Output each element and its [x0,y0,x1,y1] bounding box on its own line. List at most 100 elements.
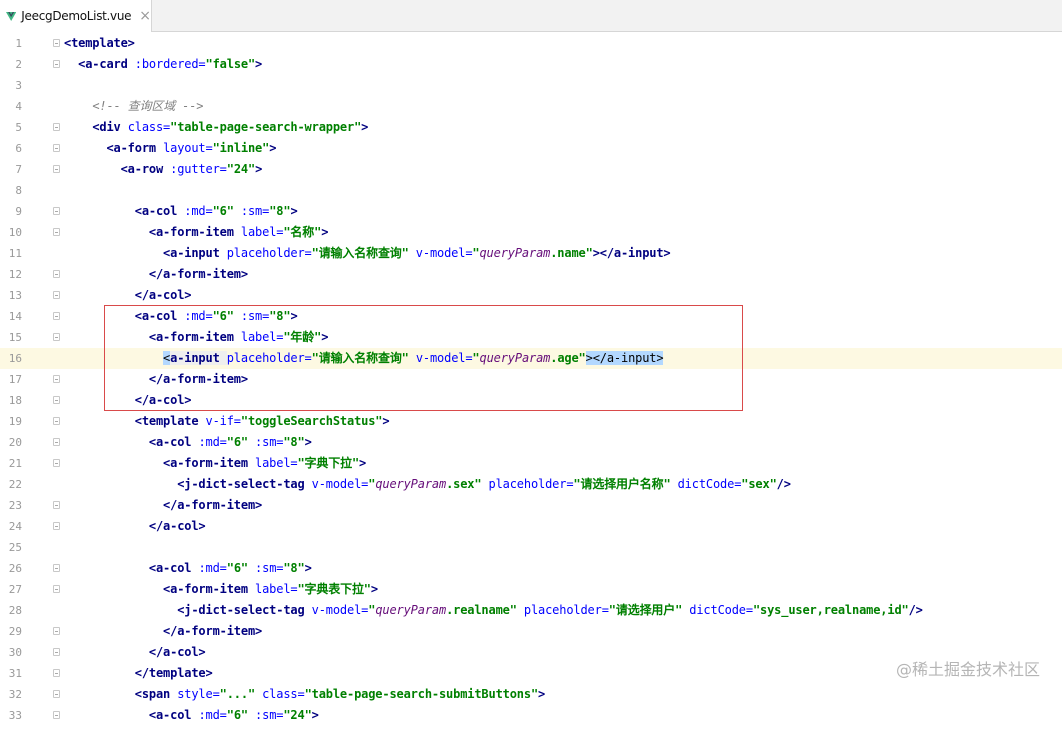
line-number: 14 [8,310,22,323]
code-text: <a-col :md="6" :sm="24"> [148,708,319,722]
code-line[interactable]: 24 </a-col> [0,516,1062,537]
tab-jeecg-demo-list[interactable]: JeecgDemoList.vue × [0,0,152,32]
code-text: <span style="..." class="table-page-sear… [134,687,546,701]
fold-marker-icon[interactable] [53,669,60,677]
fold-marker-icon[interactable] [53,522,60,530]
fold-marker-icon[interactable] [53,165,60,173]
fold-marker-icon[interactable] [53,501,60,509]
line-number: 12 [8,268,22,281]
code-line[interactable]: 32 <span style="..." class="table-page-s… [0,684,1062,705]
code-text: <template> [64,36,135,50]
close-icon[interactable]: × [139,8,151,24]
code-line[interactable]: 23 </a-form-item> [0,495,1062,516]
fold-marker-icon[interactable] [53,585,60,593]
line-number: 4 [15,100,22,113]
code-text: <j-dict-select-tag v-model="queryParam.r… [177,603,923,617]
fold-marker-icon[interactable] [53,228,60,236]
code-line[interactable]: 13 </a-col> [0,285,1062,306]
code-text: <template v-if="toggleSearchStatus"> [134,414,390,428]
line-number: 13 [8,289,22,302]
tab-filename: JeecgDemoList.vue [21,9,132,23]
fold-marker-icon[interactable] [53,291,60,299]
code-line[interactable]: 6 <a-form layout="inline"> [0,138,1062,159]
code-text: </a-col> [134,288,192,302]
watermark: @稀土掘金技术社区 [895,660,1040,679]
code-text: </a-col> [148,645,206,659]
code-line[interactable]: 21 <a-form-item label="字典下拉"> [0,453,1062,474]
code-line[interactable]: 2 <a-card :bordered="false"> [0,54,1062,75]
line-number: 24 [8,520,22,533]
fold-marker-icon[interactable] [53,396,60,404]
code-line[interactable]: 9 <a-col :md="6" :sm="8"> [0,201,1062,222]
code-line[interactable]: 28 <j-dict-select-tag v-model="queryPara… [0,600,1062,621]
line-number: 11 [8,247,22,260]
line-number: 25 [8,541,22,554]
line-number: 33 [8,709,22,722]
code-line[interactable]: 5 <div class="table-page-search-wrapper"… [0,117,1062,138]
code-line[interactable]: 10 <a-form-item label="名称"> [0,222,1062,243]
fold-marker-icon[interactable] [53,375,60,383]
fold-marker-icon[interactable] [53,690,60,698]
line-number: 20 [8,436,22,449]
fold-marker-icon[interactable] [53,438,60,446]
code-line[interactable]: 4 <!-- 查询区域 --> [0,96,1062,117]
code-editor[interactable]: 1 <template> 2 <a-card :bordered="false"> 3… [0,33,1062,734]
code-text: <a-col :md="6" :sm="8"> [134,204,298,218]
fold-marker-icon[interactable] [53,564,60,572]
line-number: 30 [8,646,22,659]
code-text: </a-form-item> [148,267,248,281]
line-number: 10 [8,226,22,239]
code-line[interactable]: 27 <a-form-item label="字典表下拉"> [0,579,1062,600]
fold-marker-icon[interactable] [53,333,60,341]
code-text: <a-form layout="inline"> [106,141,277,155]
fold-marker-icon[interactable] [53,627,60,635]
fold-marker-icon[interactable] [53,312,60,320]
code-line[interactable]: 20 <a-col :md="6" :sm="8"> [0,432,1062,453]
fold-marker-icon[interactable] [53,39,60,47]
line-number: 7 [15,163,22,176]
code-line[interactable]: 25 [0,537,1062,558]
code-line[interactable]: 22 <j-dict-select-tag v-model="queryPara… [0,474,1062,495]
line-number: 27 [8,583,22,596]
code-line[interactable]: 33 <a-col :md="6" :sm="24"> [0,705,1062,726]
line-number: 21 [8,457,22,470]
fold-marker-icon[interactable] [53,648,60,656]
line-number: 15 [8,331,22,344]
fold-marker-icon[interactable] [53,417,60,425]
line-number: 22 [8,478,22,491]
vue-file-icon [6,11,17,21]
code-line[interactable]: 11 <a-input placeholder="请输入名称查询" v-mode… [0,243,1062,264]
code-line[interactable]: 8 [0,180,1062,201]
line-number: 6 [15,142,22,155]
line-number: 29 [8,625,22,638]
code-text: <a-card :bordered="false"> [78,57,263,71]
fold-marker-icon[interactable] [53,144,60,152]
line-number: 3 [15,79,22,92]
code-line[interactable]: 29 </a-form-item> [0,621,1062,642]
code-text: <a-form-item label="名称"> [148,225,329,239]
editor-tab-bar: JeecgDemoList.vue × [0,0,1062,32]
line-number: 1 [15,37,22,50]
fold-marker-icon[interactable] [53,60,60,68]
line-number: 19 [8,415,22,428]
line-number: 23 [8,499,22,512]
fold-marker-icon[interactable] [53,207,60,215]
fold-marker-icon[interactable] [53,459,60,467]
fold-marker-icon[interactable] [53,711,60,719]
line-number: 16 [8,352,22,365]
code-line[interactable]: 12 </a-form-item> [0,264,1062,285]
code-line[interactable]: 1 <template> [0,33,1062,54]
line-number: 18 [8,394,22,407]
line-number: 26 [8,562,22,575]
code-text: <!-- 查询区域 --> [92,99,204,113]
code-text: <a-row :gutter="24"> [120,162,263,176]
code-line[interactable]: 19 <template v-if="toggleSearchStatus"> [0,411,1062,432]
line-number: 9 [15,205,22,218]
code-line[interactable]: 3 [0,75,1062,96]
fold-marker-icon[interactable] [53,270,60,278]
code-line[interactable]: 7 <a-row :gutter="24"> [0,159,1062,180]
code-text: <div class="table-page-search-wrapper"> [92,120,369,134]
line-number: 2 [15,58,22,71]
code-line[interactable]: 26 <a-col :md="6" :sm="8"> [0,558,1062,579]
fold-marker-icon[interactable] [53,123,60,131]
